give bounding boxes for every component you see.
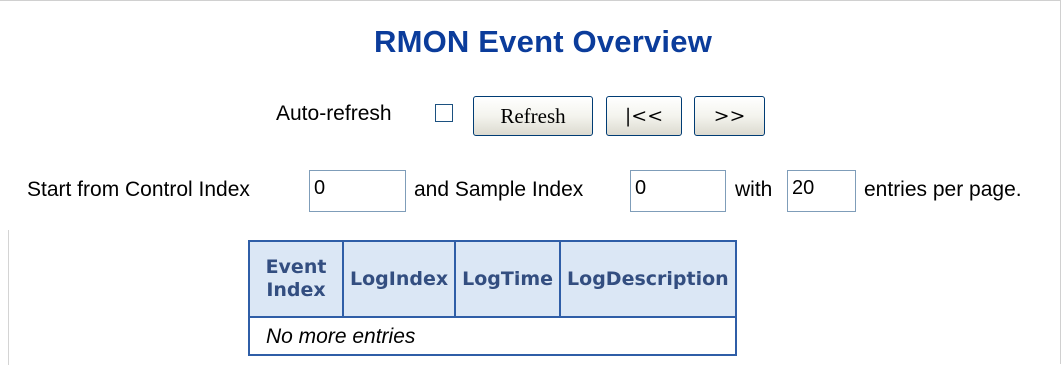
auto-refresh-checkbox[interactable]	[435, 104, 453, 122]
with-label: with	[735, 178, 773, 201]
table-header-row: Event Index LogIndex LogTime LogDescript…	[248, 240, 737, 318]
entries-per-page-input[interactable]: 20	[787, 170, 856, 212]
start-control-index-label: Start from Control Index	[27, 178, 250, 201]
refresh-button[interactable]: Refresh	[473, 96, 593, 136]
column-header-event-index: Event Index	[248, 240, 344, 318]
table-row: No more entries	[248, 316, 737, 356]
entries-per-page-label: entries per page.	[864, 178, 1022, 201]
refresh-toolbar: Auto-refresh Refresh |<< >>	[0, 96, 1062, 140]
auto-refresh-label: Auto-refresh	[276, 102, 392, 125]
control-index-input[interactable]: 0	[309, 170, 406, 212]
frame-divider	[8, 230, 9, 365]
next-page-button[interactable]: >>	[694, 96, 765, 136]
sample-index-input[interactable]: 0	[630, 170, 726, 212]
sample-index-label: and Sample Index	[414, 178, 584, 201]
column-header-logtime: LogTime	[454, 240, 562, 318]
page-title: RMON Event Overview	[373, 24, 713, 59]
column-header-logdescription: LogDescription	[559, 240, 737, 318]
paging-controls: Start from Control Index 0 and Sample In…	[0, 170, 1062, 214]
first-page-button[interactable]: |<<	[606, 96, 682, 136]
column-header-logindex: LogIndex	[341, 240, 457, 318]
column-header-event-index-label: Event Index	[265, 256, 327, 301]
event-log-table: Event Index LogIndex LogTime LogDescript…	[248, 240, 737, 356]
empty-table-message: No more entries	[248, 316, 737, 356]
